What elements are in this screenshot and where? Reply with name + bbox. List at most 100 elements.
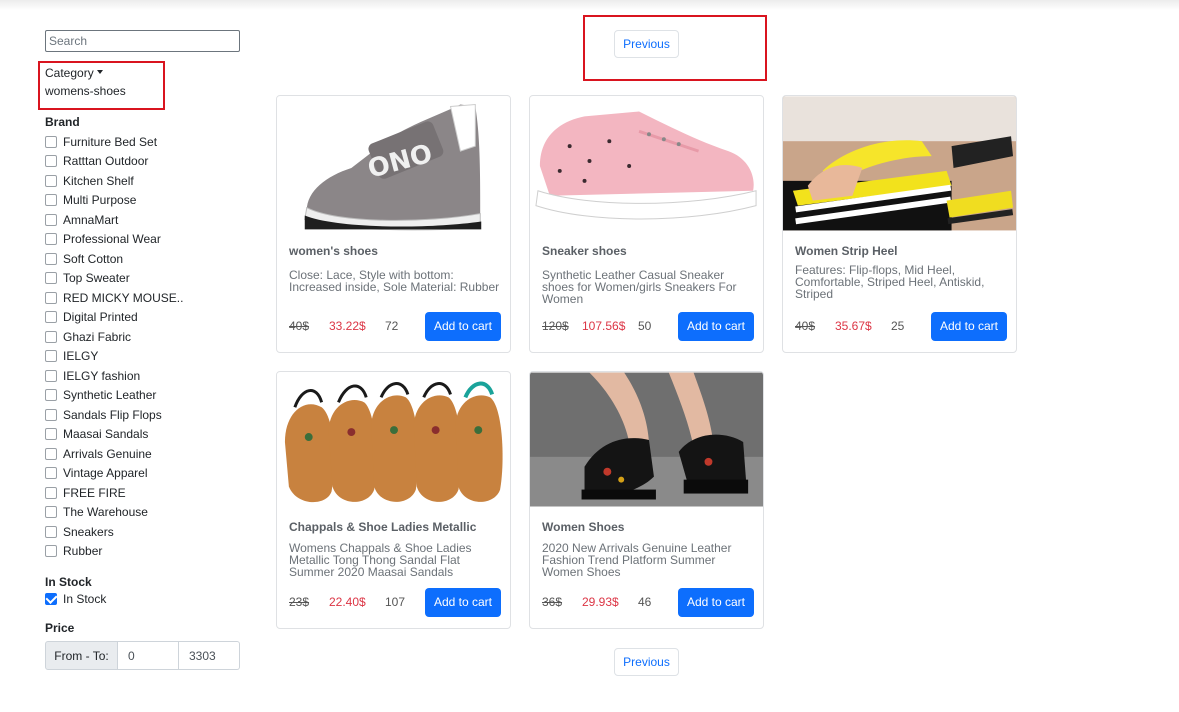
brand-option[interactable]: IELGY fashion bbox=[45, 366, 240, 386]
brand-option[interactable]: FREE FIRE bbox=[45, 483, 240, 503]
product-image[interactable] bbox=[530, 96, 763, 231]
brand-option[interactable]: Digital Printed bbox=[45, 308, 240, 328]
brand-option-label: Arrivals Genuine bbox=[63, 446, 152, 461]
brand-option[interactable]: Ratttan Outdoor bbox=[45, 152, 240, 172]
checkbox[interactable] bbox=[45, 272, 57, 285]
add-to-cart-button[interactable]: Add to cart bbox=[677, 311, 754, 341]
stock-count: 25 bbox=[891, 319, 905, 333]
brand-option-label: Kitchen Shelf bbox=[63, 173, 134, 188]
brand-option[interactable]: Kitchen Shelf bbox=[45, 171, 240, 191]
price-range-group: From - To: 0 3303 bbox=[45, 641, 240, 670]
brand-option[interactable]: AmnaMart bbox=[45, 210, 240, 230]
stock-count: 107 bbox=[385, 595, 406, 609]
brand-option-label: Multi Purpose bbox=[63, 193, 137, 208]
price-filter-title: Price bbox=[45, 621, 75, 635]
add-to-cart-button[interactable]: Add to cart bbox=[930, 311, 1007, 341]
checkbox[interactable] bbox=[45, 233, 57, 246]
brand-option-label: Rubber bbox=[63, 544, 103, 559]
top-shadow bbox=[0, 0, 1179, 10]
brand-option[interactable]: Professional Wear bbox=[45, 230, 240, 250]
checkbox[interactable] bbox=[45, 467, 57, 480]
product-image[interactable] bbox=[530, 372, 763, 507]
product-card: ONO women's shoes Close: Lace, Style wit… bbox=[276, 95, 511, 353]
brand-option-label: Vintage Apparel bbox=[63, 466, 148, 481]
brand-option[interactable]: RED MICKY MOUSE.. bbox=[45, 288, 240, 308]
price-to-input[interactable]: 3303 bbox=[179, 641, 240, 670]
original-price: 40$ bbox=[289, 319, 310, 333]
checkbox[interactable] bbox=[45, 155, 57, 168]
brand-option[interactable]: Top Sweater bbox=[45, 269, 240, 289]
price-from-input[interactable]: 0 bbox=[118, 641, 179, 670]
checkbox[interactable] bbox=[45, 252, 57, 265]
product-card: Women Shoes 2020 New Arrivals Genuine Le… bbox=[529, 371, 764, 629]
search-input[interactable] bbox=[45, 30, 240, 52]
checkbox[interactable] bbox=[45, 291, 57, 304]
add-to-cart-button[interactable]: Add to cart bbox=[424, 311, 501, 341]
brand-filter-list: Furniture Bed Set Ratttan Outdoor Kitche… bbox=[45, 132, 240, 561]
checkbox[interactable] bbox=[45, 506, 57, 519]
product-footer: 40$ 33.22$ 72 Add to cart bbox=[289, 311, 501, 341]
product-title: Women Strip Heel bbox=[795, 244, 898, 258]
brand-option-label: Synthetic Leather bbox=[63, 388, 157, 403]
checkbox[interactable] bbox=[45, 135, 57, 148]
brand-option[interactable]: Arrivals Genuine bbox=[45, 444, 240, 464]
checkbox[interactable] bbox=[45, 389, 57, 402]
checkbox[interactable] bbox=[45, 174, 57, 187]
brand-option[interactable]: Ghazi Fabric bbox=[45, 327, 240, 347]
product-image[interactable]: ONO bbox=[277, 96, 510, 231]
checkbox[interactable] bbox=[45, 311, 57, 324]
product-description: 2020 New Arrivals Genuine Leather Fashio… bbox=[542, 541, 732, 579]
original-price: 36$ bbox=[542, 595, 563, 609]
checkbox[interactable] bbox=[45, 350, 57, 363]
brand-option-label: Top Sweater bbox=[63, 271, 130, 286]
brand-option[interactable]: Soft Cotton bbox=[45, 249, 240, 269]
stock-count: 50 bbox=[638, 319, 652, 333]
brand-option[interactable]: Multi Purpose bbox=[45, 191, 240, 211]
product-description: Features: Flip-flops, Mid Heel, Comforta… bbox=[795, 263, 985, 301]
checkbox[interactable] bbox=[45, 447, 57, 460]
product-title: Sneaker shoes bbox=[542, 244, 627, 258]
product-card: Sneaker shoes Synthetic Leather Casual S… bbox=[529, 95, 764, 353]
product-title: Chappals & Shoe Ladies Metallic bbox=[289, 520, 477, 534]
product-footer: 23$ 22.40$ 107 Add to cart bbox=[289, 587, 501, 617]
checkbox[interactable] bbox=[45, 486, 57, 499]
checkbox[interactable] bbox=[45, 525, 57, 538]
filter-sidebar: Category womens-shoes Brand Furniture Be… bbox=[45, 30, 240, 670]
checkbox[interactable] bbox=[45, 194, 57, 207]
checkbox-checked[interactable] bbox=[45, 593, 57, 605]
product-image[interactable] bbox=[277, 372, 510, 507]
in-stock-option[interactable]: In Stock bbox=[45, 592, 240, 606]
checkbox[interactable] bbox=[45, 408, 57, 421]
brand-option[interactable]: Rubber bbox=[45, 542, 240, 562]
brand-option-label: Professional Wear bbox=[63, 232, 161, 247]
original-price: 40$ bbox=[795, 319, 816, 333]
brand-option[interactable]: Synthetic Leather bbox=[45, 386, 240, 406]
product-card: Chappals & Shoe Ladies Metallic Womens C… bbox=[276, 371, 511, 629]
brand-option-label: The Warehouse bbox=[63, 505, 148, 520]
checkbox[interactable] bbox=[45, 545, 57, 558]
previous-page-button-top[interactable]: Previous bbox=[614, 30, 679, 58]
discounted-price: 29.93$ bbox=[582, 595, 619, 609]
discounted-price: 22.40$ bbox=[329, 595, 366, 609]
brand-option[interactable]: Furniture Bed Set bbox=[45, 132, 240, 152]
checkbox[interactable] bbox=[45, 369, 57, 382]
brand-option[interactable]: The Warehouse bbox=[45, 503, 240, 523]
in-stock-label: In Stock bbox=[63, 592, 107, 606]
brand-option[interactable]: Sandals Flip Flops bbox=[45, 405, 240, 425]
product-title: Women Shoes bbox=[542, 520, 625, 534]
brand-option[interactable]: Maasai Sandals bbox=[45, 425, 240, 445]
add-to-cart-button[interactable]: Add to cart bbox=[677, 587, 754, 617]
checkbox[interactable] bbox=[45, 213, 57, 226]
checkbox[interactable] bbox=[45, 330, 57, 343]
previous-page-button-bottom[interactable]: Previous bbox=[614, 648, 679, 676]
product-footer: 36$ 29.93$ 46 Add to cart bbox=[542, 587, 754, 617]
brand-option[interactable]: Sneakers bbox=[45, 522, 240, 542]
add-to-cart-button[interactable]: Add to cart bbox=[424, 587, 501, 617]
brand-option-label: Sandals Flip Flops bbox=[63, 407, 162, 422]
checkbox[interactable] bbox=[45, 428, 57, 441]
brand-option[interactable]: Vintage Apparel bbox=[45, 464, 240, 484]
brand-option[interactable]: IELGY bbox=[45, 347, 240, 367]
product-image[interactable] bbox=[783, 96, 1016, 231]
product-footer: 120$ 107.56$ 50 Add to cart bbox=[542, 311, 754, 341]
brand-option-label: IELGY bbox=[63, 349, 99, 364]
